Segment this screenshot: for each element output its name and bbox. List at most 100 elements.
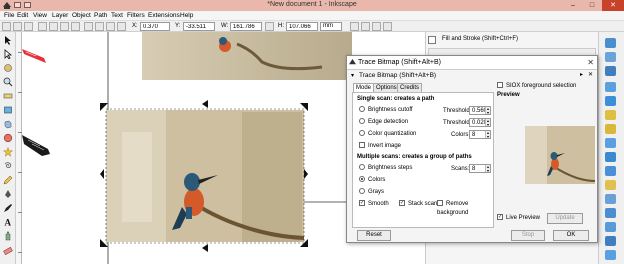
ok-button[interactable]: OK [553,230,589,241]
grays-radio[interactable] [359,188,365,195]
copy-icon[interactable] [605,152,616,162]
duplicate-icon[interactable] [605,208,616,218]
ellipse-tool-icon[interactable] [3,133,13,143]
reset-button[interactable]: Reset [357,230,391,241]
raise-to-top-icon[interactable] [84,22,93,31]
raise-icon[interactable] [95,22,104,31]
tab-mode[interactable]: Mode [353,83,375,92]
stack-scans-option[interactable]: ✓ Stack scans [399,200,440,209]
h-input[interactable] [286,22,318,31]
unit-select[interactable]: mm [320,22,342,31]
panel-close-icon[interactable] [428,36,436,44]
select-in-all-layers-icon[interactable] [13,22,22,31]
pencil-tool-icon[interactable] [3,175,13,185]
menu-file[interactable]: File [4,12,14,19]
minimize-button[interactable]: – [564,0,582,11]
ungroup-icon[interactable] [605,250,616,260]
move-patterns-icon[interactable] [383,22,392,31]
smooth-checkbox[interactable]: ✓ [359,200,365,207]
stack-scans-checkbox[interactable]: ✓ [399,200,405,207]
brightness-cutoff-radio[interactable] [359,106,365,113]
x-input[interactable] [140,22,170,31]
invert-image-option[interactable]: Invert image [359,142,401,151]
traced-fragment-red[interactable] [22,49,46,63]
dialog-titlebar[interactable]: Trace Bitmap (Shift+Alt+B) ✕ [347,56,597,70]
color-quantization-option[interactable]: Color quantization [359,130,416,139]
eraser-tool-icon[interactable] [3,245,13,255]
live-preview-checkbox[interactable]: ✓ [497,214,503,221]
smooth-option[interactable]: ✓ Smooth [359,200,389,209]
brightness-cutoff-option[interactable]: Brightness cutoff [359,106,413,115]
color-quantization-radio[interactable] [359,130,365,137]
node-tool-icon[interactable] [3,49,13,59]
brightness-steps-option[interactable]: Brightness steps [359,164,412,173]
menu-view[interactable]: View [33,12,47,19]
siox-option[interactable]: SIOX foreground selection [497,82,576,91]
new-document-icon[interactable] [605,38,616,48]
lock-ratio-icon[interactable] [265,22,274,31]
original-bitmap-image[interactable] [142,32,352,80]
lower-icon[interactable] [106,22,115,31]
siox-checkbox[interactable] [497,82,503,89]
pen-tool-icon[interactable] [3,189,13,199]
deselect-icon[interactable] [24,22,33,31]
undo-icon[interactable] [605,124,616,134]
redo-icon[interactable] [605,138,616,148]
edge-detection-radio[interactable] [359,118,365,125]
paste-icon[interactable] [605,166,616,176]
remove-background-option[interactable]: Remove background [437,200,493,216]
scans-spinner[interactable]: 8 ▴ ▾ [469,164,491,173]
star-tool-icon[interactable] [3,147,13,157]
menu-object[interactable]: Object [72,12,91,19]
invert-image-checkbox[interactable] [359,142,365,149]
flip-vertical-icon[interactable] [71,22,80,31]
menu-text[interactable]: Text [111,12,123,19]
open-icon[interactable] [605,52,616,62]
traced-bitmap-image[interactable] [106,110,305,242]
grays-option[interactable]: Grays [359,188,384,197]
group-icon[interactable] [605,236,616,246]
colors-option[interactable]: Colors [359,176,385,185]
dialog-menu-icon[interactable]: ▸ [580,71,583,78]
menu-layer[interactable]: Layer [52,12,68,19]
zoom-selection-icon[interactable] [605,180,616,190]
flip-horizontal-icon[interactable] [60,22,69,31]
maximize-button[interactable]: □ [583,0,601,11]
move-gradients-icon[interactable] [372,22,381,31]
dialog-inner-close-icon[interactable]: ✕ [588,71,593,78]
update-button[interactable]: Update [547,213,583,224]
menu-help[interactable]: Help [180,12,193,19]
menu-edit[interactable]: Edit [17,12,28,19]
text-tool-icon[interactable]: A [3,217,13,228]
fill-stroke-tab[interactable]: Fill and Stroke (Shift+Ctrl+F) [442,36,518,42]
spiral-tool-icon[interactable] [3,161,13,171]
dialog-close-icon[interactable]: ✕ [587,58,594,67]
clone-icon[interactable] [605,222,616,232]
measure-tool-icon[interactable] [3,91,13,101]
zoom-tool-icon[interactable] [3,77,13,87]
spray-tool-icon[interactable] [3,231,13,241]
y-input[interactable] [183,22,215,31]
brightness-steps-radio[interactable] [359,164,365,171]
tab-options[interactable]: Options [373,83,400,92]
scale-corners-icon[interactable] [361,22,370,31]
tweak-tool-icon[interactable] [3,63,13,73]
lower-to-bottom-icon[interactable] [117,22,126,31]
threshold-spinner[interactable]: 0.560 ▴ ▾ [469,106,491,115]
import-icon[interactable] [605,96,616,106]
collapse-arrow-icon[interactable]: ▾ [351,72,354,79]
print-icon[interactable] [605,82,616,92]
threshold2-spinner[interactable]: 0.020 ▴ ▾ [469,118,491,127]
3d-box-tool-icon[interactable] [3,119,13,129]
traced-fragment-dark[interactable] [22,135,50,156]
scale-stroke-icon[interactable] [350,22,359,31]
edge-detection-option[interactable]: Edge detection [359,118,408,127]
live-preview-option[interactable]: ✓ Live Preview [497,214,540,223]
export-icon[interactable] [605,110,616,120]
colors-radio[interactable] [359,176,365,183]
menu-path[interactable]: Path [94,12,107,19]
colors-spinner[interactable]: 8 ▴ ▾ [469,130,491,139]
rotate-ccw-icon[interactable] [38,22,47,31]
rotate-cw-icon[interactable] [49,22,58,31]
zoom-drawing-icon[interactable] [605,194,616,204]
